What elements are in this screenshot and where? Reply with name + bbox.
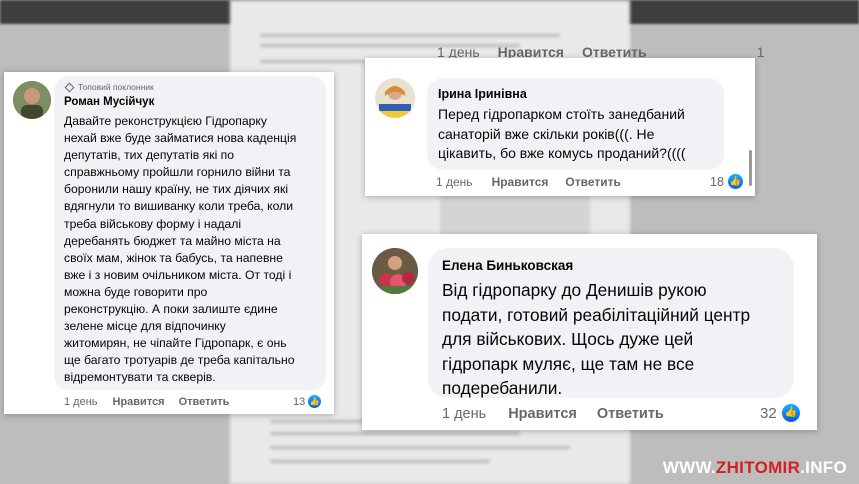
comment-time[interactable]: 1 день — [442, 406, 486, 422]
reply-button[interactable]: Ответить — [597, 406, 664, 422]
comment-text: Перед гідропарком стоїть занедбаний сана… — [438, 106, 686, 161]
likes-number: 18 — [710, 174, 724, 189]
reply-button[interactable]: Ответить — [179, 396, 230, 408]
like-icon: 👍 — [308, 395, 322, 408]
site-watermark: WWW.ZHITOMIR.INFO — [663, 458, 847, 478]
scrollbar-thumb[interactable] — [749, 150, 752, 186]
likes-number: 13 — [293, 395, 306, 408]
comment-time[interactable]: 1 день — [436, 175, 473, 189]
comment-card-iryna: Ірина Іринівна Перед гідропарком стоїть … — [365, 58, 755, 196]
comment-author[interactable]: Ірина Іринівна — [438, 87, 527, 101]
reply-button[interactable]: Ответить — [565, 175, 620, 189]
avatar[interactable] — [13, 81, 51, 119]
top-fan-badge: Топовий поклонник — [64, 82, 154, 92]
reaction-count[interactable]: 18 👍 — [710, 174, 743, 189]
background-count: 1 — [756, 44, 765, 60]
watermark-prefix: WWW. — [662, 458, 716, 477]
like-button[interactable]: Нравится — [492, 175, 549, 189]
like-icon: 👍 — [727, 174, 743, 189]
comment-actions: 1 день Нравится Ответить — [436, 175, 621, 189]
like-icon: 👍 — [781, 404, 800, 422]
comment-actions: 1 день Нравится Ответить — [442, 406, 664, 422]
comment-author[interactable]: Роман Мусійчук — [64, 96, 154, 108]
avatar[interactable] — [375, 78, 415, 118]
likes-number: 32 — [760, 404, 777, 422]
comment-text: Від гідропарку до Денишів рукою подати, … — [442, 280, 751, 398]
like-button[interactable]: Нравится — [508, 406, 577, 422]
watermark-suffix: .INFO — [800, 458, 847, 477]
comment-text: Давайте реконструкцією Гідропарку нехай … — [64, 114, 297, 385]
comment-author[interactable]: Елена Биньковская — [442, 258, 573, 273]
comment-actions: 1 день Нравится Ответить — [64, 396, 229, 408]
comment-time[interactable]: 1 день — [64, 396, 98, 408]
watermark-brand: ZHITOMIR — [715, 458, 801, 477]
comment-card-elena: Елена Биньковская Від гідропарку до Дени… — [362, 234, 817, 430]
reaction-count[interactable]: 13 👍 — [293, 395, 322, 408]
like-button[interactable]: Нравится — [113, 396, 165, 408]
avatar[interactable] — [372, 248, 418, 294]
diamond-icon — [64, 82, 75, 92]
comment-card-roman: Топовий поклонник Роман Мусійчук Давайте… — [4, 72, 334, 414]
reaction-count[interactable]: 32 👍 — [760, 404, 800, 422]
